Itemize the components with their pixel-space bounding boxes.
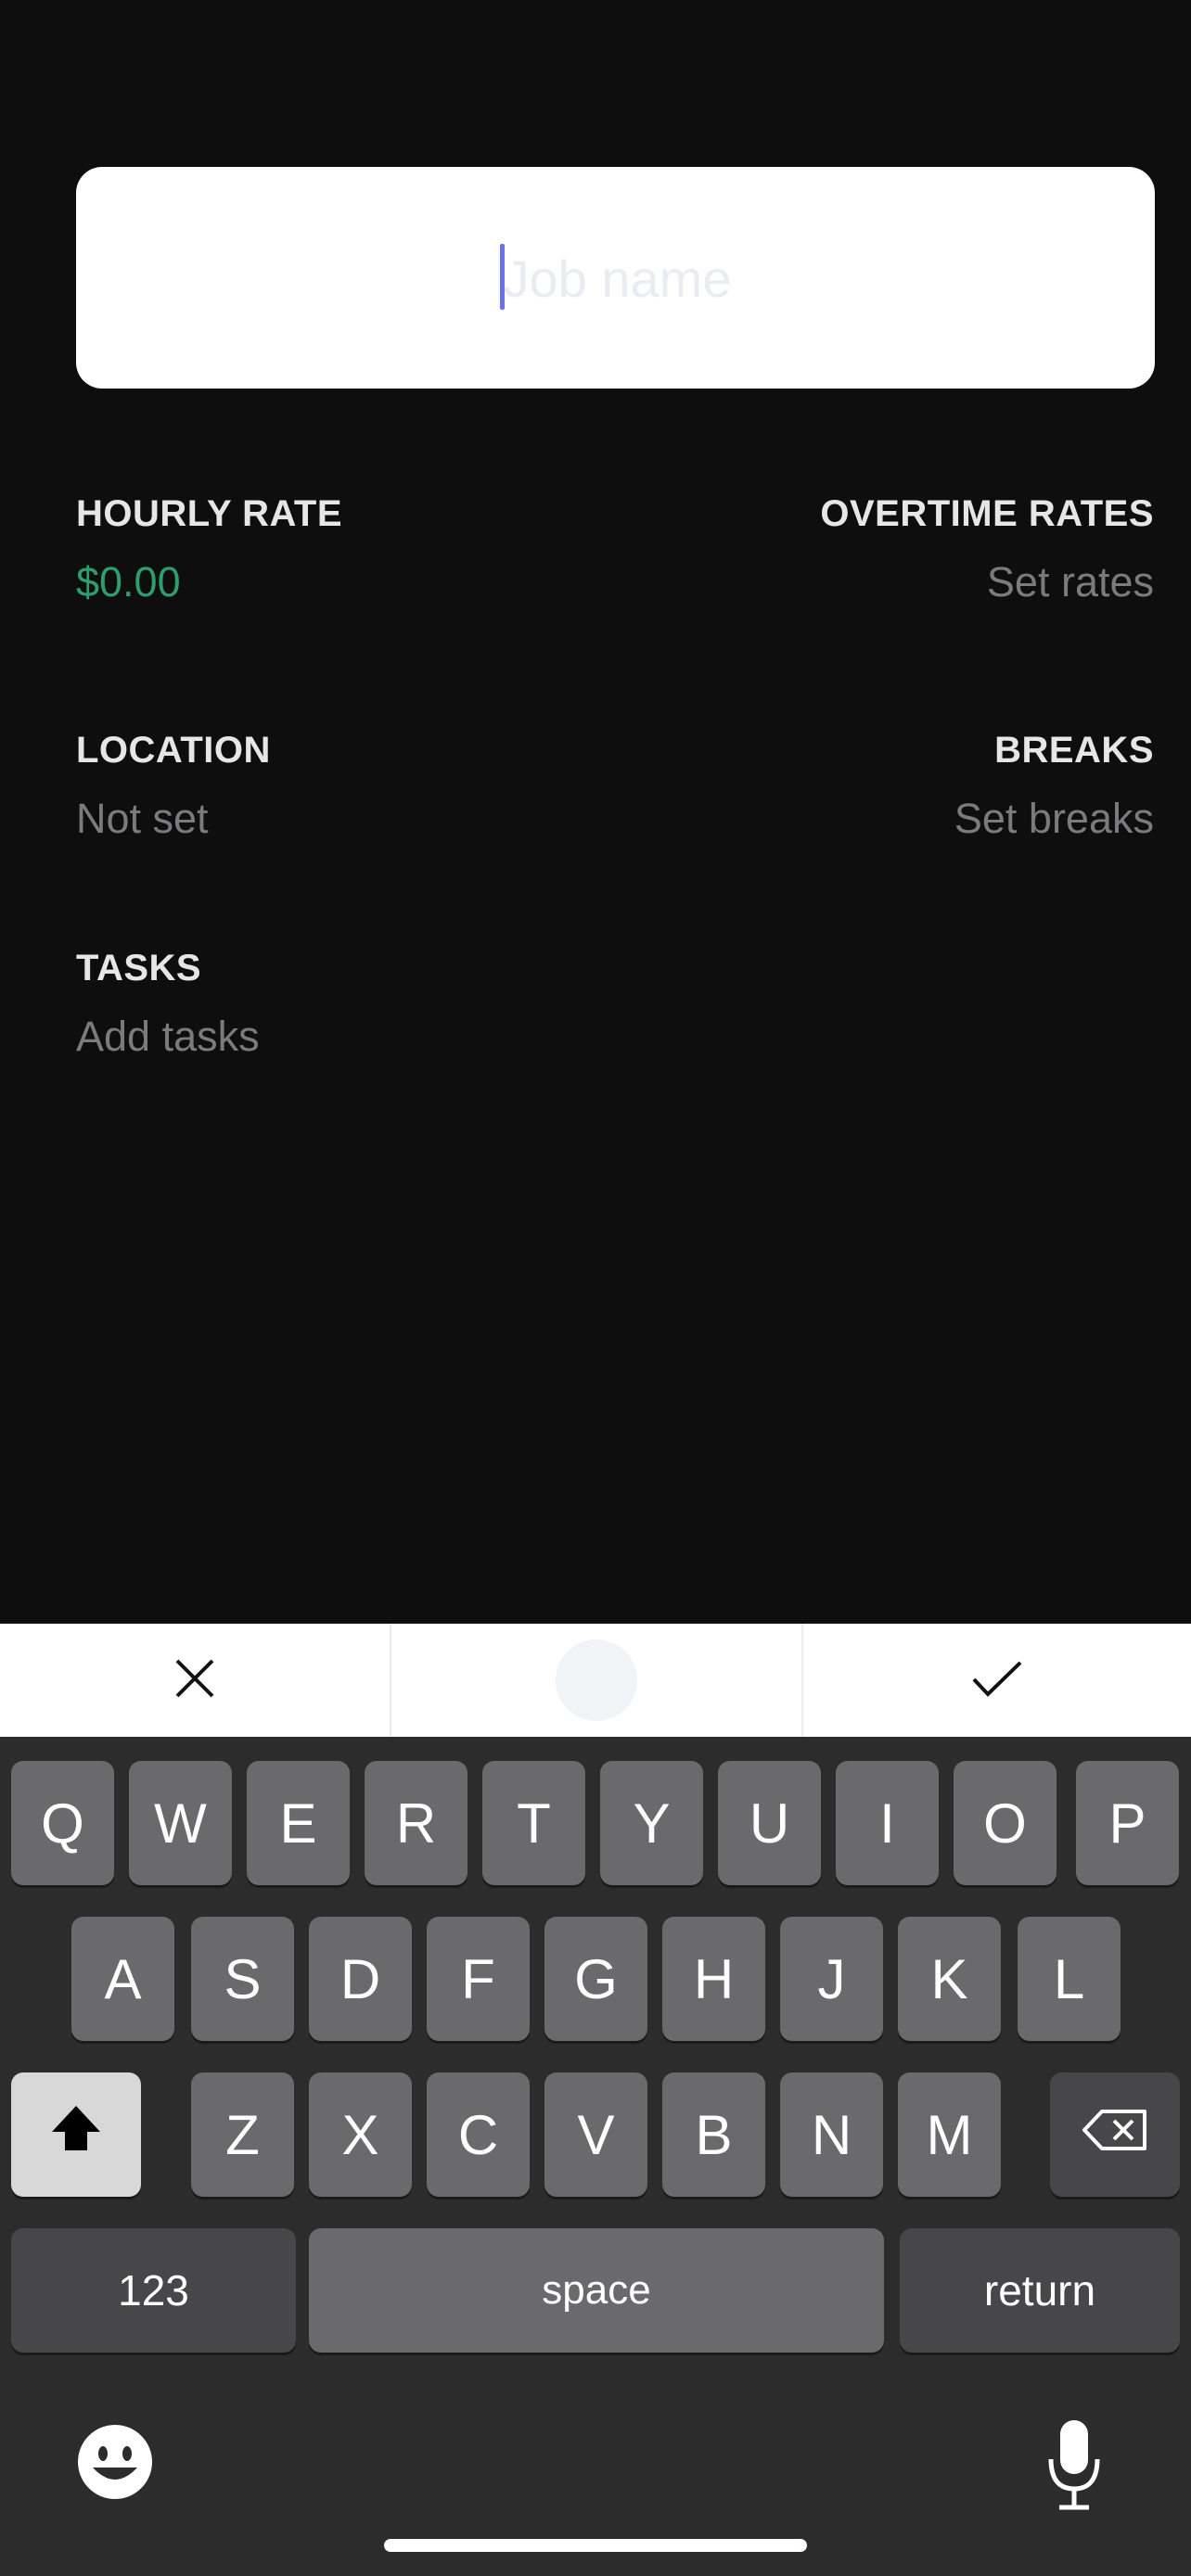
keyboard-accessory-bar bbox=[0, 1624, 1191, 1737]
tasks-value[interactable]: Add tasks bbox=[76, 1013, 260, 1061]
overtime-rates-label: OVERTIME RATES bbox=[820, 493, 1154, 534]
key-n[interactable]: N bbox=[780, 2072, 883, 2197]
key-k[interactable]: K bbox=[898, 1917, 1001, 2041]
shift-key[interactable] bbox=[11, 2072, 141, 2197]
key-f[interactable]: F bbox=[427, 1917, 530, 2041]
delete-key[interactable] bbox=[1050, 2072, 1180, 2197]
space-key[interactable]: space bbox=[309, 2228, 884, 2353]
key-h[interactable]: H bbox=[662, 1917, 765, 2041]
tasks-label: TASKS bbox=[76, 948, 202, 988]
microphone-icon bbox=[1046, 2420, 1102, 2515]
breaks-value[interactable]: Set breaks bbox=[954, 795, 1154, 843]
emoji-icon bbox=[76, 2425, 154, 2505]
job-name-card[interactable] bbox=[76, 167, 1159, 390]
keyboard: Q W E R T Y U I O P A S D F G H J K L Z … bbox=[0, 1737, 1191, 2576]
home-indicator bbox=[384, 2539, 807, 2552]
hourly-rate-value[interactable]: $0.00 bbox=[76, 558, 181, 606]
key-l[interactable]: L bbox=[1018, 1917, 1121, 2041]
text-cursor bbox=[500, 244, 505, 310]
confirm-button[interactable] bbox=[803, 1624, 1191, 1737]
job-name-input[interactable] bbox=[76, 167, 1159, 390]
shift-arrow-icon bbox=[48, 2102, 104, 2167]
key-m[interactable]: M bbox=[898, 2072, 1001, 2197]
emoji-button[interactable] bbox=[76, 2423, 154, 2501]
overtime-rates-value[interactable]: Set rates bbox=[987, 558, 1154, 606]
checkmark-icon bbox=[969, 1655, 1025, 1706]
return-key[interactable]: return bbox=[900, 2228, 1180, 2353]
location-value[interactable]: Not set bbox=[76, 795, 209, 843]
key-v[interactable]: V bbox=[544, 2072, 647, 2197]
key-i[interactable]: I bbox=[836, 1761, 939, 1885]
circle-icon bbox=[556, 1639, 637, 1721]
backspace-icon bbox=[1082, 2108, 1148, 2162]
dictation-button[interactable] bbox=[1046, 2418, 1102, 2511]
key-b[interactable]: B bbox=[662, 2072, 765, 2197]
hourly-rate-label: HOURLY RATE bbox=[76, 493, 343, 534]
key-c[interactable]: C bbox=[427, 2072, 530, 2197]
key-y[interactable]: Y bbox=[600, 1761, 703, 1885]
key-o[interactable]: O bbox=[954, 1761, 1057, 1885]
key-z[interactable]: Z bbox=[191, 2072, 294, 2197]
key-j[interactable]: J bbox=[780, 1917, 883, 2041]
key-w[interactable]: W bbox=[129, 1761, 232, 1885]
key-r[interactable]: R bbox=[365, 1761, 467, 1885]
key-t[interactable]: T bbox=[482, 1761, 585, 1885]
numbers-key[interactable]: 123 bbox=[11, 2228, 296, 2353]
key-q[interactable]: Q bbox=[11, 1761, 114, 1885]
key-s[interactable]: S bbox=[191, 1917, 294, 2041]
key-u[interactable]: U bbox=[718, 1761, 821, 1885]
location-label: LOCATION bbox=[76, 730, 271, 771]
breaks-label: BREAKS bbox=[994, 730, 1154, 771]
key-p[interactable]: P bbox=[1076, 1761, 1179, 1885]
close-icon bbox=[172, 1655, 218, 1706]
key-x[interactable]: X bbox=[309, 2072, 412, 2197]
key-g[interactable]: G bbox=[544, 1917, 647, 2041]
middle-button[interactable] bbox=[391, 1624, 801, 1737]
key-d[interactable]: D bbox=[309, 1917, 412, 2041]
key-e[interactable]: E bbox=[247, 1761, 350, 1885]
key-a[interactable]: A bbox=[71, 1917, 174, 2041]
cancel-button[interactable] bbox=[0, 1624, 390, 1737]
